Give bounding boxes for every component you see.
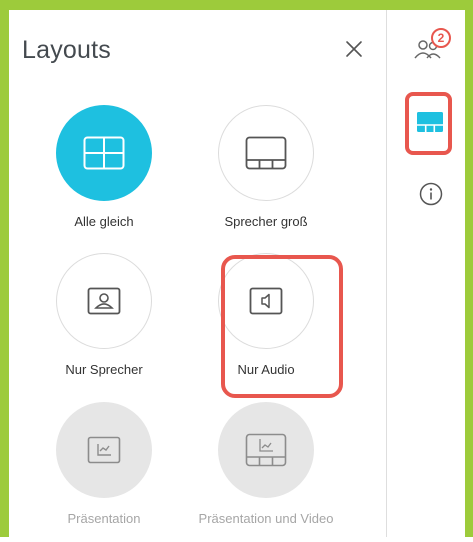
speaker-large-layout-icon (245, 136, 287, 170)
layout-button[interactable] (415, 109, 445, 135)
info-button[interactable] (417, 180, 445, 208)
layout-label: Präsentation (67, 511, 141, 526)
layout-option-alle-gleich[interactable]: Alle gleich (24, 105, 184, 245)
layout-circle (56, 105, 152, 201)
panel-title: Layouts (22, 36, 111, 64)
layout-label: Sprecher groß (224, 214, 308, 229)
layout-circle (218, 105, 314, 201)
layout-label: Alle gleich (74, 214, 134, 229)
layout-label: Nur Audio (237, 362, 295, 377)
layout-option-praesentation-und-video: Präsentation und Video (186, 402, 346, 542)
layout-circle (56, 402, 152, 498)
layout-option-sprecher-gross[interactable]: Sprecher groß (186, 105, 346, 245)
participants-button[interactable]: 2 (409, 28, 451, 64)
layout-circle (56, 253, 152, 349)
sidebar: 2 (387, 10, 465, 537)
participants-badge: 2 (431, 28, 451, 48)
layout-option-praesentation: Präsentation (24, 402, 184, 542)
layout-option-nur-sprecher[interactable]: Nur Sprecher (24, 253, 184, 393)
layout-label: Präsentation und Video (198, 511, 334, 526)
info-icon (419, 182, 443, 206)
grid-layout-icon (83, 136, 125, 170)
presentation-video-icon (245, 433, 287, 467)
layout-icon (417, 112, 443, 132)
layout-label: Nur Sprecher (65, 362, 143, 377)
layouts-panel: Layouts Alle gleich Sprecher groß Nur Sp… (9, 10, 386, 537)
close-button[interactable] (340, 35, 368, 63)
presentation-icon (87, 436, 121, 464)
layout-circle (218, 253, 314, 349)
speaker-only-icon (87, 287, 121, 315)
layout-circle (218, 402, 314, 498)
audio-only-icon (249, 287, 283, 315)
layout-option-nur-audio[interactable]: Nur Audio (186, 253, 346, 393)
close-icon (346, 41, 362, 57)
